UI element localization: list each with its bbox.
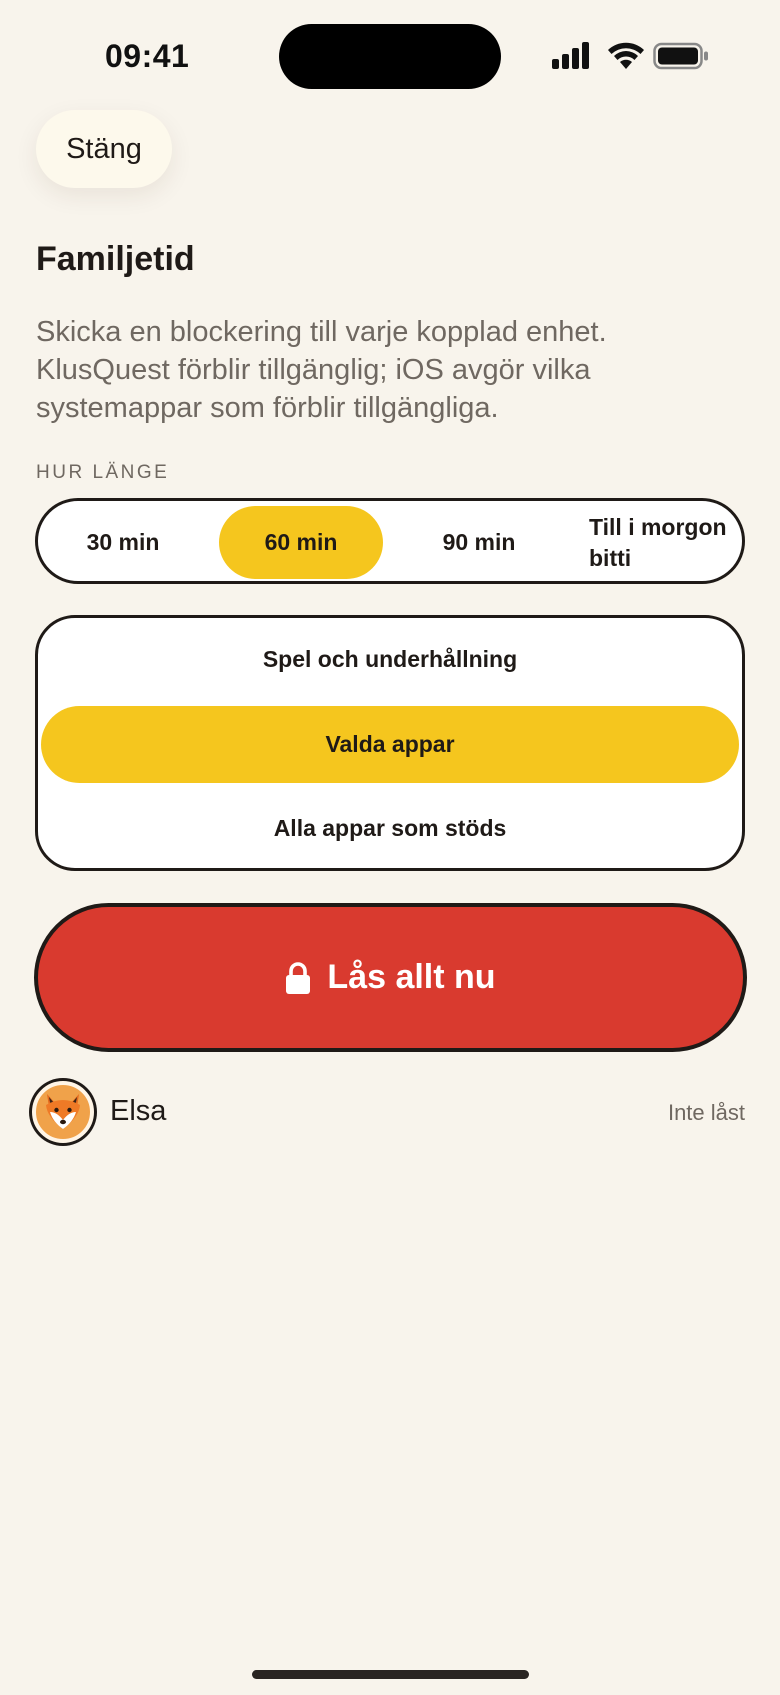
dynamic-island bbox=[279, 24, 501, 89]
close-button[interactable]: Stäng bbox=[36, 110, 172, 188]
child-name: Elsa bbox=[110, 1095, 167, 1127]
scope-option-games-entertainment[interactable]: Spel och underhållning bbox=[41, 621, 739, 698]
cellular-signal-icon bbox=[552, 42, 589, 69]
lock-icon bbox=[286, 961, 311, 994]
status-time: 09:41 bbox=[105, 38, 190, 74]
child-row: Elsa Inte låst bbox=[29, 1078, 745, 1146]
duration-option-tomorrow-morning[interactable]: Till i morgon bitti bbox=[575, 506, 739, 579]
scope-option-selected-apps[interactable]: Valda appar bbox=[41, 706, 739, 783]
page-description: Skicka en blockering till varje kopplad … bbox=[36, 316, 607, 424]
fox-icon bbox=[46, 1094, 80, 1129]
duration-option-30-min[interactable]: 30 min bbox=[41, 506, 205, 579]
lock-button-label: Lås allt nu bbox=[327, 958, 496, 996]
home-indicator[interactable] bbox=[252, 1670, 529, 1679]
duration-option-90-min[interactable]: 90 min bbox=[397, 506, 561, 579]
duration-section-label: HUR LÄNGE bbox=[36, 462, 170, 483]
duration-segmented-control: 30 min 60 min 90 min Till i morgon bitti bbox=[35, 498, 745, 584]
status-bar: 09:41 bbox=[0, 0, 780, 110]
battery-icon bbox=[653, 42, 708, 70]
page-title: Familjetid bbox=[36, 240, 195, 278]
child-lock-status: Inte låst bbox=[667, 1100, 745, 1125]
app-scope-selector: Spel och underhållning Valda appar Alla … bbox=[35, 615, 745, 871]
lock-all-now-button[interactable]: Lås allt nu bbox=[34, 903, 747, 1052]
wifi-icon bbox=[608, 42, 644, 69]
status-icons bbox=[552, 42, 712, 74]
duration-option-60-min[interactable]: 60 min bbox=[219, 506, 383, 579]
avatar bbox=[29, 1078, 97, 1146]
scope-option-all-supported-apps[interactable]: Alla appar som stöds bbox=[41, 790, 739, 867]
